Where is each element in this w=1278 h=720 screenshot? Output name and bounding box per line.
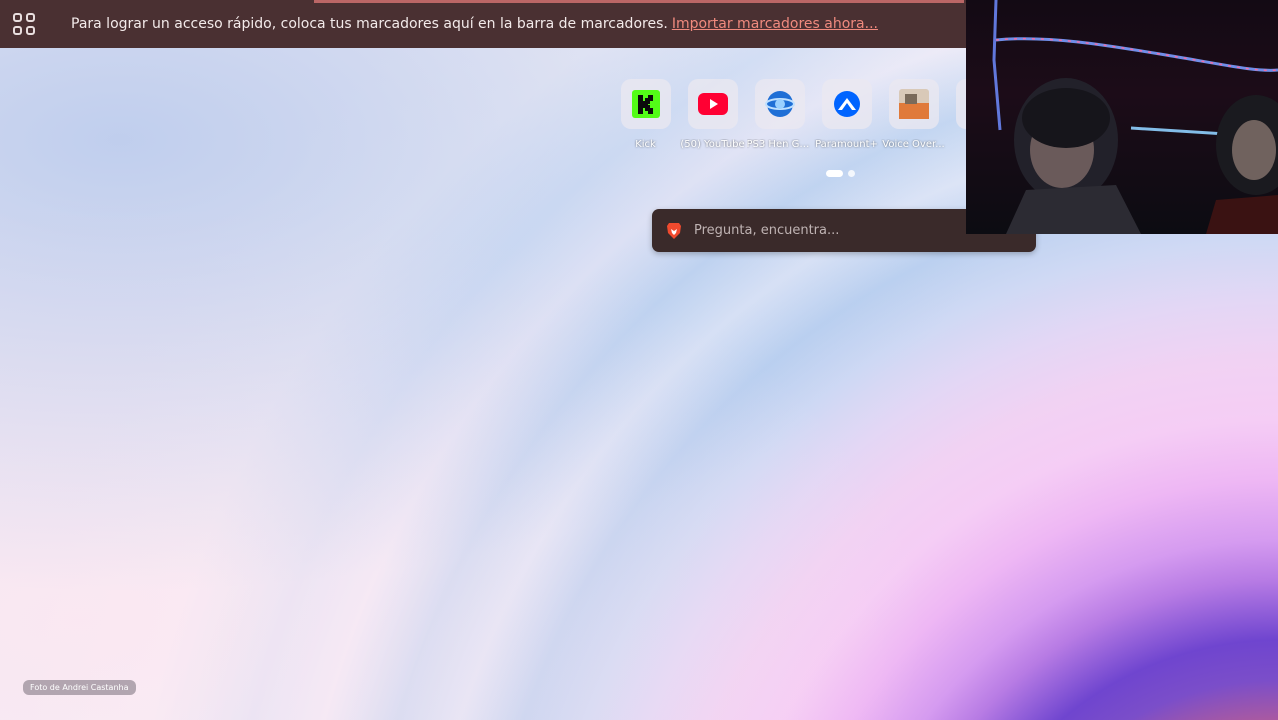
site-label: Kick [635,139,656,150]
site-tile [620,79,671,129]
site-tile [687,79,738,129]
youtube-icon [697,93,728,115]
site-label: Voice Over... [882,139,945,150]
top-site-youtube[interactable]: (50) YouTube [679,79,746,150]
pager-dot-2[interactable] [848,170,855,177]
paramount-icon [833,91,860,117]
site-label: Paramount+ [815,139,878,150]
kick-logo-icon [631,90,660,118]
tab-accent-line [314,0,964,3]
site-tile [888,79,939,129]
top-site-ps3hen[interactable]: PS3 Hen Ga... [746,79,813,150]
site-label: (50) YouTube [680,139,745,150]
top-sites: Kick (50) YouTube PS3 Hen Ga... Paramoun… [612,79,1014,150]
voiceover-icon [898,89,929,119]
site-label: PS3 Hen Ga... [746,139,813,150]
webcam-overlay [966,0,1278,234]
site-tile [821,79,872,129]
site-tile [754,79,805,129]
top-site-voiceover[interactable]: Voice Over... [880,79,947,150]
top-site-kick[interactable]: Kick [612,79,679,150]
search-input[interactable] [692,222,996,239]
pager-dot-1[interactable] [826,170,843,177]
top-site-paramount[interactable]: Paramount+ [813,79,880,150]
apps-grid-icon[interactable] [13,13,35,35]
brave-lion-icon [667,222,681,239]
bookmarks-bar-message: Para lograr un acceso rápido, coloca tus… [71,16,668,32]
webcam-scene [992,0,1278,234]
import-bookmarks-link[interactable]: Importar marcadores ahora... [672,16,878,32]
top-sites-pager [826,170,855,177]
photo-credit[interactable]: Foto de Andrei Castanha [23,680,136,695]
ps3hen-icon [764,91,795,117]
